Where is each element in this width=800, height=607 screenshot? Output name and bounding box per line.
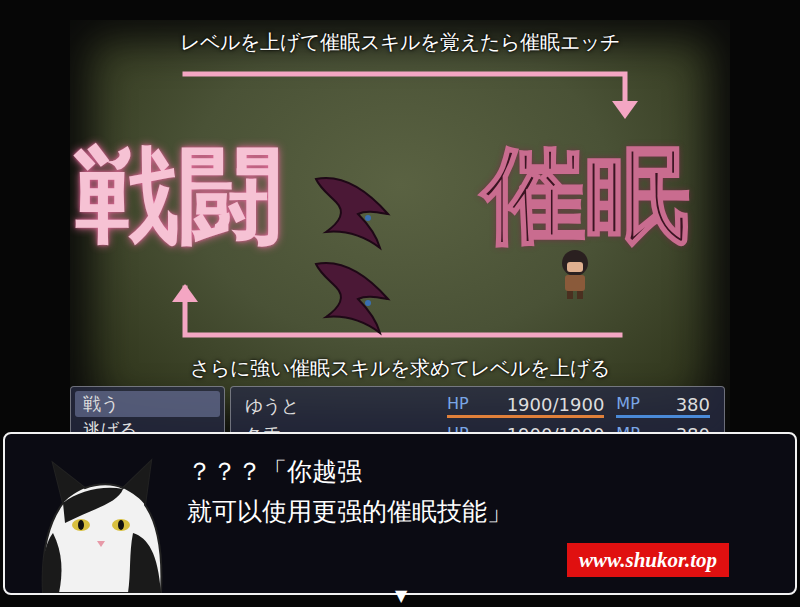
battle-field: レベルを上げて催眠スキルを覚えたら催眠エッチ戦闘 催眠さらに強い催眠スキルを求めて… [70, 20, 730, 432]
battle-label: 戦闘 [75, 136, 283, 256]
command-menu: 戦う逃げる [70, 386, 225, 432]
hero-sprite-icon [556, 248, 594, 300]
dialog-text: ？？？「你越强就可以使用更强的催眠技能」 [187, 434, 512, 532]
party-row: ゆうと HP1900/1900 MP380 [245, 391, 710, 421]
watermark: www.shukor.top [567, 543, 729, 577]
top-caption: レベルを上げて催眠スキルを覚えたら催眠エッチ [70, 20, 730, 56]
monster-icon [306, 164, 396, 339]
game-screen: レベルを上げて催眠スキルを覚えたら催眠エッチ戦闘 催眠さらに強い催眠スキルを求めて… [0, 0, 800, 607]
party-row: 冬香 HP1900/1900 MP380 [245, 421, 710, 432]
party-status: ゆうと HP1900/1900 MP380 冬香 HP1900/1900 MP380 [230, 386, 725, 432]
speaker-name: ？？？ [187, 457, 262, 486]
command-item[interactable]: 戦う [75, 391, 220, 417]
bottom-caption: さらに強い催眠スキルを求めてレベルを上げる [70, 354, 730, 382]
cat-portrait-icon [23, 443, 173, 593]
mp-gauge: MP380 [616, 424, 710, 432]
command-item[interactable]: 逃げる [75, 417, 220, 432]
hp-gauge: HP1900/1900 [447, 424, 604, 432]
loop-diagram: 戦闘 催眠 [70, 56, 730, 346]
next-arrow-icon[interactable]: ▼ [395, 586, 407, 605]
member-name: 冬香 [245, 424, 435, 432]
battle-hud: 戦う逃げるゆうとHP1900/1900MP380冬香HP1900/1900MP3… [70, 386, 730, 432]
mp-gauge: MP380 [616, 394, 710, 418]
hp-gauge: HP1900/1900 [447, 394, 604, 418]
hypnosis-label: 催眠 [482, 136, 690, 256]
member-name: ゆうと [245, 394, 435, 418]
